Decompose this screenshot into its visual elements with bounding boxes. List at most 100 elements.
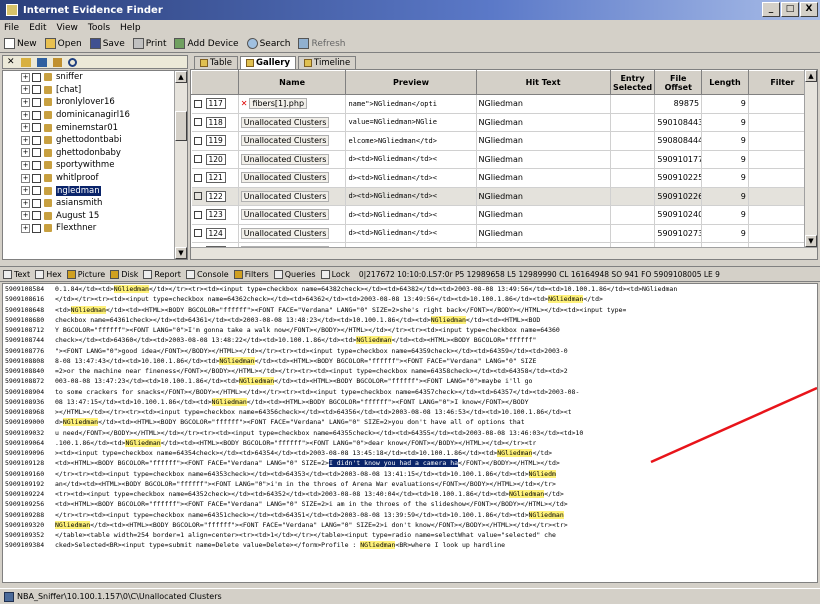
table-row[interactable]: 121 Unallocated Clusters d><td>NGliedman</…	[191, 168, 817, 188]
table-row[interactable]: 122 Unallocated Clusters d><td>NGliedman</…	[191, 187, 817, 206]
tree-filter-icon[interactable]	[52, 57, 62, 67]
hex-view-button[interactable]: Hex	[35, 269, 62, 279]
tree-book-icon[interactable]	[36, 57, 47, 67]
tree-scroll-down[interactable]: ▼	[175, 247, 187, 259]
row-id-cell[interactable]: 117	[191, 94, 239, 114]
row-id-cell[interactable]: 119	[191, 131, 239, 151]
tab-table[interactable]: Table	[194, 56, 238, 69]
tree-checkbox[interactable]	[32, 135, 41, 145]
add-device-button[interactable]: Add Device	[174, 38, 239, 49]
tree-item[interactable]: + ghettodonbaby	[3, 147, 187, 160]
tree-item[interactable]: + Flexthner	[3, 222, 187, 235]
grid-hscrollbar[interactable]	[191, 247, 817, 259]
table-row[interactable]: 123 Unallocated Clusters d><td>NGliedman</…	[191, 205, 817, 225]
expand-icon[interactable]: +	[21, 135, 30, 145]
tree-checkbox[interactable]	[32, 160, 41, 170]
row-checkbox[interactable]	[193, 118, 202, 127]
queries-view-button[interactable]: Queries	[273, 269, 316, 279]
table-row[interactable]: 118 Unallocated Clusters value=NGliedman>N…	[191, 113, 817, 132]
tree-scroll-thumb[interactable]	[175, 111, 187, 141]
tree-checkbox[interactable]	[32, 211, 41, 221]
text-view-pane[interactable]: 5909108584 0.1.84</td><td>NGliedman</td><…	[2, 283, 818, 583]
column-header[interactable]: Entry Selected	[609, 70, 656, 95]
expand-icon[interactable]: +	[21, 173, 30, 183]
row-checkbox[interactable]	[193, 155, 202, 164]
tree-item[interactable]: + eminemstar01	[3, 121, 187, 134]
table-row[interactable]: 124 Unallocated Clusters d><td>NGliedman</…	[191, 224, 817, 243]
row-checkbox[interactable]	[193, 99, 202, 108]
expand-icon[interactable]: +	[21, 85, 30, 95]
expand-icon[interactable]: +	[21, 123, 30, 133]
refresh-button[interactable]: Refresh	[298, 38, 345, 49]
open-button[interactable]: Open	[44, 38, 82, 49]
row-checkbox[interactable]	[193, 173, 202, 182]
tree-scrollbar[interactable]: ▲ ▼	[174, 71, 187, 259]
tree-item[interactable]: + whitlproof	[3, 172, 187, 185]
tree-scroll-up[interactable]: ▲	[175, 71, 187, 83]
tab-timeline[interactable]: Timeline	[298, 56, 357, 69]
expand-icon[interactable]: +	[21, 211, 30, 221]
expand-icon[interactable]: +	[21, 198, 30, 208]
row-checkbox[interactable]	[193, 136, 202, 145]
tree-checkbox[interactable]	[32, 148, 41, 158]
row-checkbox[interactable]	[193, 210, 202, 219]
save-button[interactable]: Save	[89, 38, 125, 49]
row-id-cell[interactable]: 124	[191, 224, 239, 243]
tree-folder-icon[interactable]	[20, 57, 31, 67]
tree-checkbox[interactable]	[32, 198, 41, 208]
tree-search-icon[interactable]	[67, 57, 77, 67]
console-view-button[interactable]: Console	[185, 269, 229, 279]
column-header[interactable]: Length	[701, 70, 749, 95]
expand-icon[interactable]: +	[21, 160, 30, 170]
row-id-cell[interactable]: 118	[191, 113, 239, 132]
picture-view-button[interactable]: Picture	[66, 269, 105, 279]
table-row[interactable]: 120 Unallocated Clusters d><td>NGliedman</…	[191, 150, 817, 169]
tree-item[interactable]: + dominicanagirl16	[3, 109, 187, 122]
row-id-cell[interactable]: 122	[191, 187, 239, 206]
column-header[interactable]: Name	[237, 70, 347, 95]
filters-view-button[interactable]: Filters	[233, 269, 269, 279]
expand-icon[interactable]: +	[21, 110, 30, 120]
print-button[interactable]: Print	[132, 38, 166, 49]
tree-checkbox[interactable]	[32, 97, 41, 107]
maximize-button[interactable]: □	[781, 2, 799, 17]
tree-checkbox[interactable]	[32, 72, 41, 82]
menu-edit[interactable]: Edit	[29, 23, 46, 33]
grid-vscrollbar[interactable]: ▲ ▼	[804, 70, 817, 247]
tree-item[interactable]: + August 15	[3, 210, 187, 223]
tree-checkbox[interactable]	[32, 173, 41, 183]
search-button[interactable]: Search	[246, 38, 290, 49]
expand-icon[interactable]: +	[21, 186, 30, 196]
table-row[interactable]: 117 ✕ fibers[1].php name">NGliedman</opti NG…	[191, 94, 817, 114]
new-button[interactable]: New	[4, 38, 37, 49]
tree-checkbox[interactable]	[32, 186, 41, 196]
expand-icon[interactable]: +	[21, 148, 30, 158]
text-view-button[interactable]: Text	[3, 269, 30, 279]
tree-item[interactable]: + sportywithme	[3, 159, 187, 172]
tree-item[interactable]: + [chat]	[3, 84, 187, 97]
tree-item[interactable]: + bronlylover16	[3, 96, 187, 109]
row-checkbox[interactable]	[193, 229, 202, 238]
report-view-button[interactable]: Report	[143, 269, 181, 279]
disk-view-button[interactable]: Disk	[110, 269, 138, 279]
tree-checkbox[interactable]	[32, 85, 41, 95]
column-header[interactable]: File Offset	[654, 70, 703, 95]
tree-checkbox[interactable]	[32, 223, 41, 233]
tree-item[interactable]: + sniffer	[3, 71, 187, 84]
column-header[interactable]: Preview	[345, 70, 477, 95]
menu-help[interactable]: Help	[120, 23, 141, 33]
expand-icon[interactable]: +	[21, 72, 30, 82]
expand-icon[interactable]: +	[21, 223, 30, 233]
tree-close-icon[interactable]: ✕	[7, 57, 15, 67]
tree-item[interactable]: + ngledman	[3, 184, 187, 197]
tree-checkbox[interactable]	[32, 123, 41, 133]
expand-icon[interactable]: +	[21, 97, 30, 107]
close-button[interactable]: X	[800, 2, 818, 17]
row-checkbox[interactable]	[193, 192, 202, 201]
tree-checkbox[interactable]	[32, 110, 41, 120]
row-id-cell[interactable]: 123	[191, 205, 239, 225]
column-header[interactable]: Hit Text	[475, 70, 611, 95]
row-id-cell[interactable]: 121	[191, 168, 239, 188]
tree-item[interactable]: + ghettodontbabi	[3, 134, 187, 147]
grid-scroll-up[interactable]: ▲	[805, 70, 817, 82]
